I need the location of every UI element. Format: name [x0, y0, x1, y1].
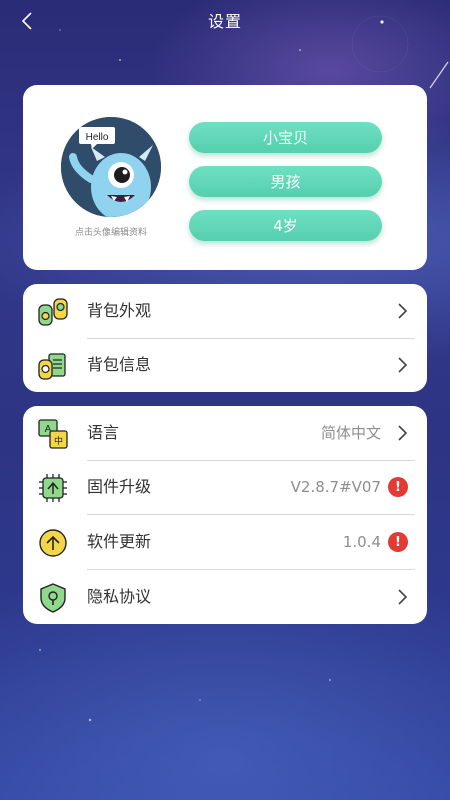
backpack-settings-card: 背包外观 背包信息: [23, 284, 427, 392]
top-bar: 设置: [0, 0, 450, 40]
firmware-chip-icon: [37, 472, 69, 504]
backpack-appearance-icon: [37, 296, 69, 328]
chevron-right-icon: [398, 357, 408, 373]
backpack-info-label: 背包信息: [87, 355, 152, 374]
chevron-right-icon: [398, 425, 408, 441]
nickname-pill[interactable]: 小宝贝: [189, 122, 382, 153]
chevron-right-icon: [398, 303, 408, 319]
page-title: 设置: [207, 12, 242, 31]
avatar-edit-hint: 点击头像编辑资料: [74, 228, 147, 238]
firmware-upgrade-label: 固件升级: [87, 477, 152, 496]
back-button[interactable]: [14, 8, 40, 34]
chevron-right-icon: [398, 589, 408, 605]
software-alert-icon: !: [388, 532, 408, 552]
chevron-left-icon: [21, 12, 32, 30]
avatar-speech-text: Hello: [86, 132, 109, 143]
backpack-info-icon: [37, 350, 69, 382]
privacy-policy-label: 隐私协议: [87, 587, 152, 606]
privacy-policy-row[interactable]: 隐私协议: [23, 570, 427, 624]
monster-avatar-icon: Hello: [61, 117, 161, 217]
firmware-alert-icon: !: [388, 477, 408, 497]
profile-card: Hello 点击头像编辑资料 小宝贝 男孩 4岁: [23, 85, 427, 270]
firmware-version-value: V2.8.7#V07: [290, 478, 381, 496]
firmware-upgrade-row[interactable]: 固件升级 V2.8.7#V07 !: [23, 460, 427, 514]
avatar[interactable]: Hello: [61, 117, 161, 217]
language-value: 简体中文: [320, 424, 381, 442]
privacy-shield-icon: [37, 582, 69, 614]
software-update-icon: [37, 527, 69, 559]
language-row[interactable]: A 中 语言 简体中文: [23, 406, 427, 460]
language-icon: A 中: [37, 418, 69, 450]
software-version-value: 1.0.4: [342, 533, 381, 551]
age-pill[interactable]: 4岁: [189, 210, 382, 241]
backpack-info-row[interactable]: 背包信息: [23, 338, 427, 392]
general-settings-card: A 中 语言 简体中文 固件升级 V2.8.7#V07 ! 软件更新 1.0.4…: [23, 406, 427, 624]
software-update-row[interactable]: 软件更新 1.0.4 !: [23, 515, 427, 569]
gender-pill[interactable]: 男孩: [189, 166, 382, 197]
avatar-section: Hello 点击头像编辑资料: [61, 117, 161, 238]
software-update-label: 软件更新: [87, 532, 152, 551]
backpack-appearance-label: 背包外观: [87, 301, 152, 320]
svg-text:中: 中: [54, 435, 63, 447]
backpack-appearance-row[interactable]: 背包外观: [23, 284, 427, 338]
language-label: 语言: [87, 423, 120, 442]
